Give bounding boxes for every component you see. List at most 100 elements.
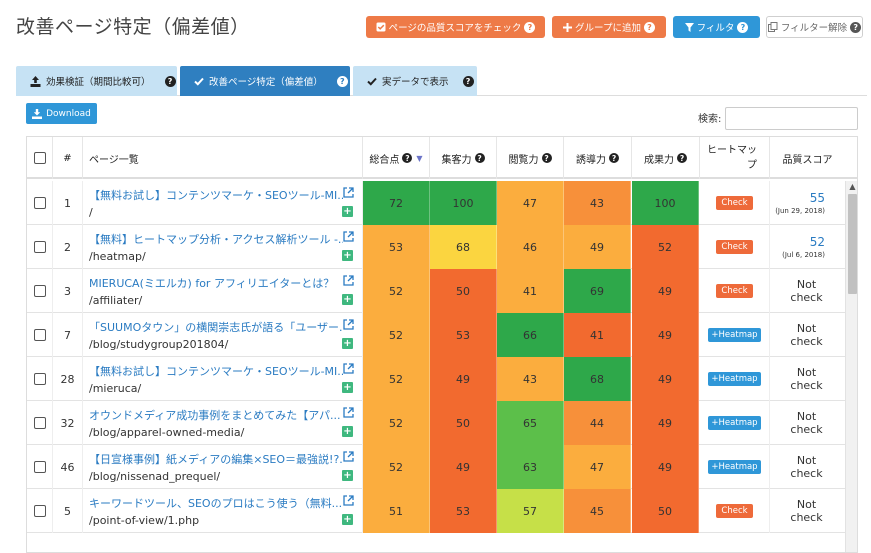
row-checkbox[interactable] bbox=[33, 461, 46, 473]
help-icon[interactable]: ? bbox=[474, 153, 485, 163]
heatmap-check-button[interactable]: Check bbox=[716, 504, 753, 518]
add-plus-icon[interactable]: + bbox=[342, 470, 353, 481]
header-browse[interactable]: 閲覧力? bbox=[497, 137, 564, 179]
score-total: 52 bbox=[363, 445, 430, 489]
external-link-icon[interactable] bbox=[343, 319, 354, 333]
add-plus-icon[interactable]: + bbox=[342, 514, 353, 525]
table-row[interactable]: 46 【日宣様事例】紙メディアの編集×SEO＝最強説!?... /blog/niss… bbox=[27, 445, 845, 489]
help-icon[interactable]: ? bbox=[677, 153, 687, 163]
score-result: 49 bbox=[632, 313, 699, 357]
external-link-icon[interactable] bbox=[343, 187, 354, 201]
external-link-icon[interactable] bbox=[343, 275, 354, 289]
page-cell: オウンドメディア成功事例をまとめてみた【アパ... /blog/apparel-o… bbox=[83, 401, 363, 445]
help-icon[interactable]: ? bbox=[609, 153, 619, 163]
help-icon[interactable]: ? bbox=[402, 153, 413, 163]
header-page[interactable]: ページ一覧 bbox=[83, 137, 363, 179]
help-icon[interactable]: ? bbox=[524, 21, 536, 33]
table-row[interactable]: 5 キーワードツール、SEOのプロはこう使う（無料... /point-of-vie… bbox=[27, 489, 845, 533]
quality-score-link[interactable]: 52 bbox=[810, 235, 825, 249]
row-checkbox[interactable] bbox=[33, 197, 46, 209]
add-plus-icon[interactable]: + bbox=[342, 338, 353, 349]
external-link-icon[interactable] bbox=[343, 495, 354, 509]
table-row[interactable]: 28 【無料お試し】コンテンツマーケ・SEOツール-MI... /mieruca/ +… bbox=[27, 357, 845, 401]
external-link-icon[interactable] bbox=[343, 407, 354, 421]
quality-check-button[interactable]: ページの品質スコアをチェック ? bbox=[366, 16, 545, 38]
quality-score-link[interactable]: 55 bbox=[810, 191, 825, 205]
page-path: /mieruca/ bbox=[89, 382, 142, 395]
external-link-icon[interactable] bbox=[343, 363, 354, 377]
add-heatmap-button[interactable]: +Heatmap bbox=[708, 372, 761, 386]
header-traffic[interactable]: 集客力? bbox=[430, 137, 497, 179]
tab-improvement-pages[interactable]: 改善ページ特定（偏差値） ? bbox=[180, 66, 350, 96]
heatmap-cell: Check bbox=[700, 489, 770, 533]
scroll-up-icon[interactable]: ▲ bbox=[846, 181, 857, 193]
scroll-thumb[interactable] bbox=[848, 194, 857, 294]
tab-real-data[interactable]: 実データで表示 ? bbox=[353, 66, 477, 96]
page-title-link[interactable]: 【無料お試し】コンテンツマーケ・SEOツール-MI... bbox=[89, 363, 343, 379]
header-heatmap[interactable]: ヒートマップ bbox=[700, 137, 770, 179]
sort-desc-icon: ▼ bbox=[416, 153, 423, 163]
header-total[interactable]: 総合点? ▼ bbox=[363, 137, 430, 179]
add-plus-icon[interactable]: + bbox=[342, 250, 353, 261]
row-number: 3 bbox=[53, 269, 83, 313]
search-input[interactable] bbox=[725, 107, 858, 130]
row-checkbox[interactable] bbox=[33, 505, 46, 517]
header-num[interactable]: # bbox=[53, 137, 83, 179]
help-icon[interactable]: ? bbox=[164, 75, 176, 87]
row-checkbox[interactable] bbox=[33, 373, 46, 385]
table-row[interactable]: 3 MIERUCA(ミエルカ) for アフィリエイターとは？ /affiliate… bbox=[27, 269, 845, 313]
page-title-link[interactable]: 「SUUMOタウン」の横関崇志氏が語る「ユーザー... bbox=[89, 319, 343, 335]
vertical-scrollbar[interactable]: ▲ bbox=[845, 181, 857, 552]
select-all-checkbox[interactable] bbox=[33, 152, 46, 164]
heatmap-check-button[interactable]: Check bbox=[716, 240, 753, 254]
score-browse: 63 bbox=[497, 445, 564, 489]
heatmap-cell: +Heatmap bbox=[700, 313, 770, 357]
add-plus-icon[interactable]: + bbox=[342, 426, 353, 437]
heatmap-check-button[interactable]: Check bbox=[716, 196, 753, 210]
heatmap-check-button[interactable]: Check bbox=[716, 284, 753, 298]
download-button[interactable]: Download bbox=[26, 103, 97, 124]
external-link-icon[interactable] bbox=[343, 451, 354, 465]
quality-not-checked: Not check bbox=[790, 410, 823, 436]
add-plus-icon[interactable]: + bbox=[342, 294, 353, 305]
table-row[interactable]: 2 【無料】ヒートマップ分析・アクセス解析ツール -... /heatmap/ +53… bbox=[27, 225, 845, 269]
help-icon[interactable]: ? bbox=[462, 75, 474, 87]
header-select-all[interactable] bbox=[27, 137, 53, 179]
page-title-link[interactable]: 【日宣様事例】紙メディアの編集×SEO＝最強説!?... bbox=[89, 451, 343, 467]
filter-button[interactable]: フィルタ ? bbox=[673, 16, 760, 38]
heatmap-cell: +Heatmap bbox=[700, 357, 770, 401]
row-select-cell bbox=[27, 225, 53, 269]
add-group-button[interactable]: グループに追加 ? bbox=[552, 16, 666, 38]
header-traffic-label: 集客力 bbox=[441, 154, 472, 166]
header-result[interactable]: 成果力? bbox=[632, 137, 700, 179]
page-title-link[interactable]: 【無料】ヒートマップ分析・アクセス解析ツール -... bbox=[89, 231, 343, 247]
table-row[interactable]: 32 オウンドメディア成功事例をまとめてみた【アパ... /blog/apparel… bbox=[27, 401, 845, 445]
external-link-icon[interactable] bbox=[343, 231, 354, 245]
page-title-link[interactable]: 【無料お試し】コンテンツマーケ・SEOツール-MI... bbox=[89, 187, 343, 203]
header-total-label: 総合点 bbox=[369, 154, 400, 166]
page-title-link[interactable]: オウンドメディア成功事例をまとめてみた【アパ... bbox=[89, 407, 343, 423]
help-icon[interactable]: ? bbox=[850, 21, 862, 33]
table-row[interactable]: 7 「SUUMOタウン」の横関崇志氏が語る「ユーザー... /blog/studyg… bbox=[27, 313, 845, 357]
header-quality[interactable]: 品質スコア bbox=[770, 137, 845, 179]
help-icon[interactable]: ? bbox=[737, 21, 749, 33]
row-checkbox[interactable] bbox=[33, 285, 46, 297]
row-checkbox[interactable] bbox=[33, 241, 46, 253]
page-title-link[interactable]: キーワードツール、SEOのプロはこう使う（無料... bbox=[89, 495, 343, 511]
clear-filter-button[interactable]: フィルター解除 ? bbox=[766, 16, 863, 38]
score-total: 52 bbox=[363, 401, 430, 445]
help-icon[interactable]: ? bbox=[336, 75, 348, 87]
help-icon[interactable]: ? bbox=[541, 153, 552, 163]
add-plus-icon[interactable]: + bbox=[342, 206, 353, 217]
header-guide[interactable]: 誘導力? bbox=[564, 137, 632, 179]
help-icon[interactable]: ? bbox=[643, 21, 655, 33]
add-heatmap-button[interactable]: +Heatmap bbox=[708, 416, 761, 430]
table-row[interactable]: 1 【無料お試し】コンテンツマーケ・SEOツール-MI... / +72 100 47 43… bbox=[27, 181, 845, 225]
row-checkbox[interactable] bbox=[33, 329, 46, 341]
add-plus-icon[interactable]: + bbox=[342, 382, 353, 393]
add-heatmap-button[interactable]: +Heatmap bbox=[708, 328, 761, 342]
page-title-link[interactable]: MIERUCA(ミエルカ) for アフィリエイターとは？ bbox=[89, 275, 343, 291]
row-checkbox[interactable] bbox=[33, 417, 46, 429]
add-heatmap-button[interactable]: +Heatmap bbox=[708, 460, 761, 474]
tab-effect-verification[interactable]: 効果検証（期間比較可） ? bbox=[16, 66, 177, 96]
